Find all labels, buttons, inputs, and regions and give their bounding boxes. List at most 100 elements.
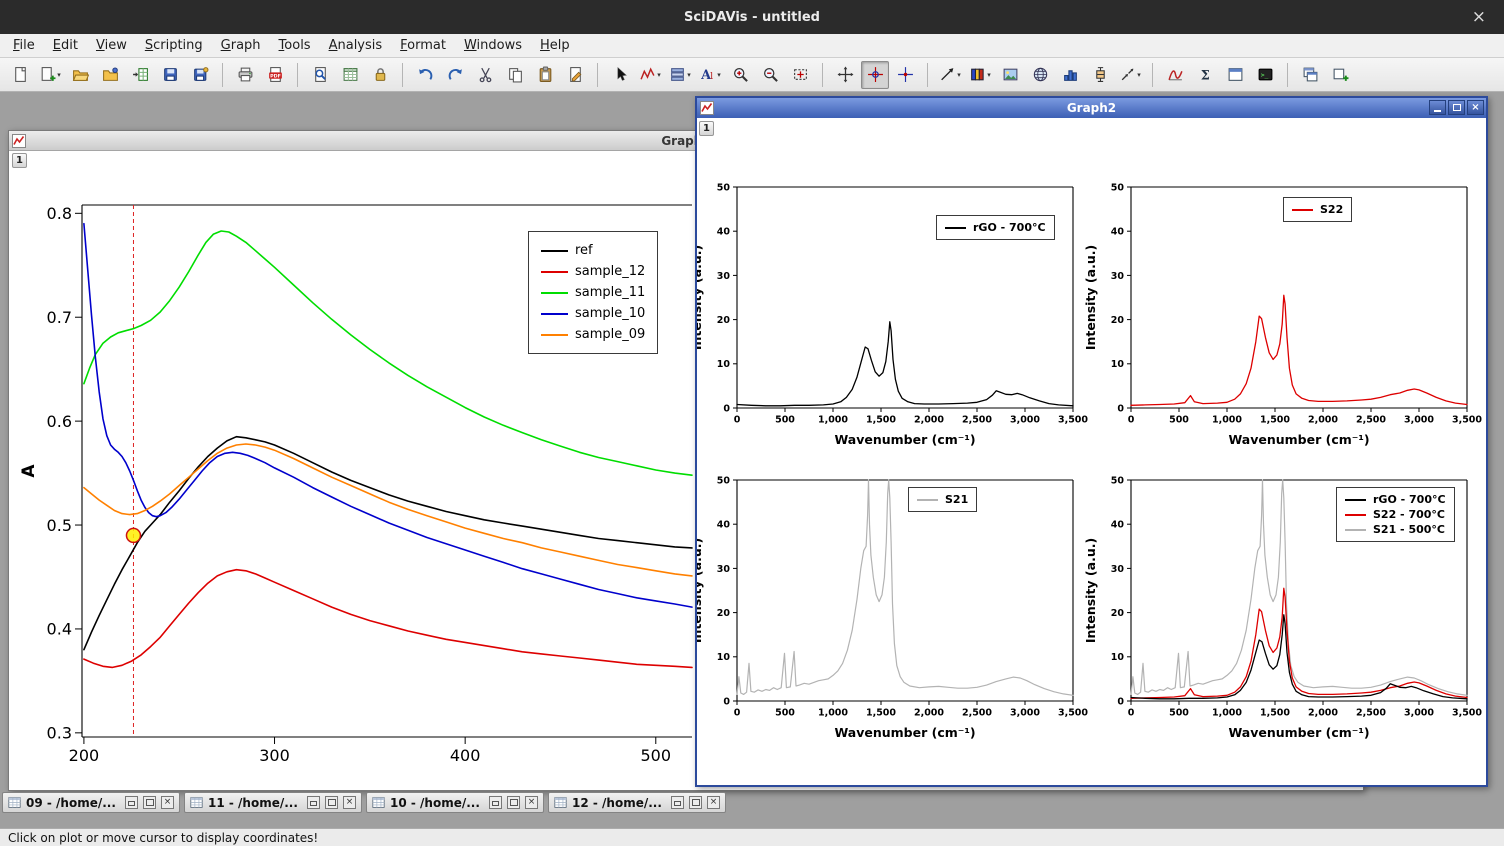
raman2-legend[interactable]: S22 xyxy=(1283,197,1352,222)
menu-edit[interactable]: Edit xyxy=(44,35,87,56)
window-tab-09[interactable]: 09 - /home/...× xyxy=(2,792,180,813)
project-explorer-button[interactable] xyxy=(306,61,334,89)
restore-button[interactable] xyxy=(671,796,684,809)
open-template-button[interactable] xyxy=(96,61,124,89)
rescale-axes-button[interactable] xyxy=(786,61,814,89)
data-reader-button[interactable] xyxy=(861,61,889,89)
minimize-button[interactable] xyxy=(1429,100,1446,115)
export-pdf-button[interactable]: PDF xyxy=(261,61,289,89)
maximize-button[interactable] xyxy=(507,796,520,809)
dropdown-arrow-icon[interactable]: ▾ xyxy=(657,71,661,79)
maximize-icon xyxy=(328,799,336,806)
export-graph-button[interactable] xyxy=(561,61,589,89)
new-project-icon xyxy=(12,66,29,83)
draw-arrow-button[interactable]: ▾ xyxy=(936,61,964,89)
raman4-legend[interactable]: rGO - 700°CS22 - 700°CS21 - 500°C xyxy=(1336,487,1455,542)
lock-toolbars-button[interactable] xyxy=(366,61,394,89)
graph2-layer-button[interactable]: 1 xyxy=(699,121,714,136)
window-tab-12[interactable]: 12 - /home/...× xyxy=(548,792,726,813)
restore-button[interactable] xyxy=(489,796,502,809)
add-layer-button[interactable] xyxy=(1326,61,1354,89)
menu-analysis[interactable]: Analysis xyxy=(320,35,392,56)
select-data-range-button[interactable]: ▾ xyxy=(636,61,664,89)
raman-plot-s21[interactable]: 05001,0001,5002,0002,5003,0003,500010203… xyxy=(737,480,1073,701)
paste-button[interactable] xyxy=(531,61,559,89)
pointer-button[interactable] xyxy=(606,61,634,89)
undo-button[interactable] xyxy=(411,61,439,89)
legend-label: sample_12 xyxy=(575,264,645,279)
python-console-button[interactable]: >_ xyxy=(1251,61,1279,89)
window-tab-11[interactable]: 11 - /home/...× xyxy=(184,792,362,813)
save-project-button[interactable] xyxy=(156,61,184,89)
graph2-window[interactable]: Graph2 × 1 05001,0001,5002,0002,5003,000… xyxy=(695,96,1488,787)
new-graph-button[interactable]: ▾ xyxy=(36,61,64,89)
uvvis-plot[interactable]: 2003004005000.30.40.50.60.70.8Arefsample… xyxy=(82,205,692,737)
duplicate-window-button[interactable] xyxy=(1296,61,1324,89)
menu-scripting[interactable]: Scripting xyxy=(136,35,212,56)
zoom-out-button[interactable] xyxy=(756,61,784,89)
arrange-layers-button[interactable]: ▾ xyxy=(666,61,694,89)
maximize-button[interactable] xyxy=(143,796,156,809)
screen-reader-button[interactable] xyxy=(891,61,919,89)
open-project-button[interactable] xyxy=(66,61,94,89)
plot-image-button[interactable] xyxy=(996,61,1024,89)
dropdown-arrow-icon[interactable]: ▾ xyxy=(717,71,721,79)
app-close-button[interactable]: × xyxy=(1462,0,1496,34)
plot-color-map-button[interactable]: ▾ xyxy=(966,61,994,89)
cut-button[interactable] xyxy=(471,61,499,89)
save-template-button[interactable] xyxy=(186,61,214,89)
new-project-button[interactable] xyxy=(6,61,34,89)
close-button[interactable]: × xyxy=(161,796,174,809)
copy-button[interactable] xyxy=(501,61,529,89)
plot-vectors-button[interactable]: ▾ xyxy=(1116,61,1144,89)
uvvis-legend[interactable]: refsample_12sample_11sample_10sample_09 xyxy=(528,231,658,354)
restore-icon xyxy=(674,801,681,806)
maximize-button[interactable] xyxy=(1448,100,1465,115)
graph1-layer-button[interactable]: 1 xyxy=(12,153,27,168)
menubar: FileEditViewScriptingGraphToolsAnalysisF… xyxy=(0,34,1504,58)
script-window-button[interactable] xyxy=(1221,61,1249,89)
raman3-legend[interactable]: S21 xyxy=(908,487,977,512)
dropdown-arrow-icon[interactable]: ▾ xyxy=(57,71,61,79)
menu-tools[interactable]: Tools xyxy=(270,35,320,56)
dropdown-arrow-icon[interactable]: ▾ xyxy=(1137,71,1141,79)
redo-button[interactable] xyxy=(441,61,469,89)
menu-view[interactable]: View xyxy=(87,35,136,56)
raman1-legend[interactable]: rGO - 700°C xyxy=(936,215,1055,240)
window-tab-10[interactable]: 10 - /home/...× xyxy=(366,792,544,813)
svg-text:1,000: 1,000 xyxy=(1212,415,1242,426)
import-ascii-button[interactable] xyxy=(126,61,154,89)
toolbar-separator xyxy=(1152,63,1153,87)
plot-box-button[interactable] xyxy=(1086,61,1114,89)
maximize-button[interactable] xyxy=(325,796,338,809)
menu-windows[interactable]: Windows xyxy=(455,35,531,56)
raman-plot-combined[interactable]: 05001,0001,5002,0002,5003,0003,500010203… xyxy=(1131,480,1467,701)
add-text-button[interactable]: Al▾ xyxy=(696,61,724,89)
toolbar-separator xyxy=(822,63,823,87)
move-data-points-button[interactable] xyxy=(831,61,859,89)
new-table-button[interactable] xyxy=(336,61,364,89)
plot-3d-sphere-button[interactable] xyxy=(1026,61,1054,89)
close-button[interactable]: × xyxy=(343,796,356,809)
menu-graph[interactable]: Graph xyxy=(212,35,270,56)
close-button[interactable]: × xyxy=(707,796,720,809)
graph2-titlebar[interactable]: Graph2 × xyxy=(697,98,1486,118)
restore-button[interactable] xyxy=(307,796,320,809)
fit-wizard-button[interactable] xyxy=(1161,61,1189,89)
menu-format[interactable]: Format xyxy=(391,35,455,56)
close-button[interactable]: × xyxy=(1467,100,1484,115)
menu-file[interactable]: File xyxy=(4,35,44,56)
print-button[interactable] xyxy=(231,61,259,89)
raman-plot-rgo[interactable]: 05001,0001,5002,0002,5003,0003,500010203… xyxy=(737,187,1073,408)
maximize-button[interactable] xyxy=(689,796,702,809)
sum-of-functions-button[interactable]: Σ xyxy=(1191,61,1219,89)
restore-button[interactable] xyxy=(125,796,138,809)
plot-bars-button[interactable] xyxy=(1056,61,1084,89)
menu-help[interactable]: Help xyxy=(531,35,579,56)
raman-plot-s22[interactable]: 05001,0001,5002,0002,5003,0003,500010203… xyxy=(1131,187,1467,408)
dropdown-arrow-icon[interactable]: ▾ xyxy=(957,71,961,79)
dropdown-arrow-icon[interactable]: ▾ xyxy=(987,71,991,79)
zoom-in-button[interactable] xyxy=(726,61,754,89)
dropdown-arrow-icon[interactable]: ▾ xyxy=(687,71,691,79)
close-button[interactable]: × xyxy=(525,796,538,809)
